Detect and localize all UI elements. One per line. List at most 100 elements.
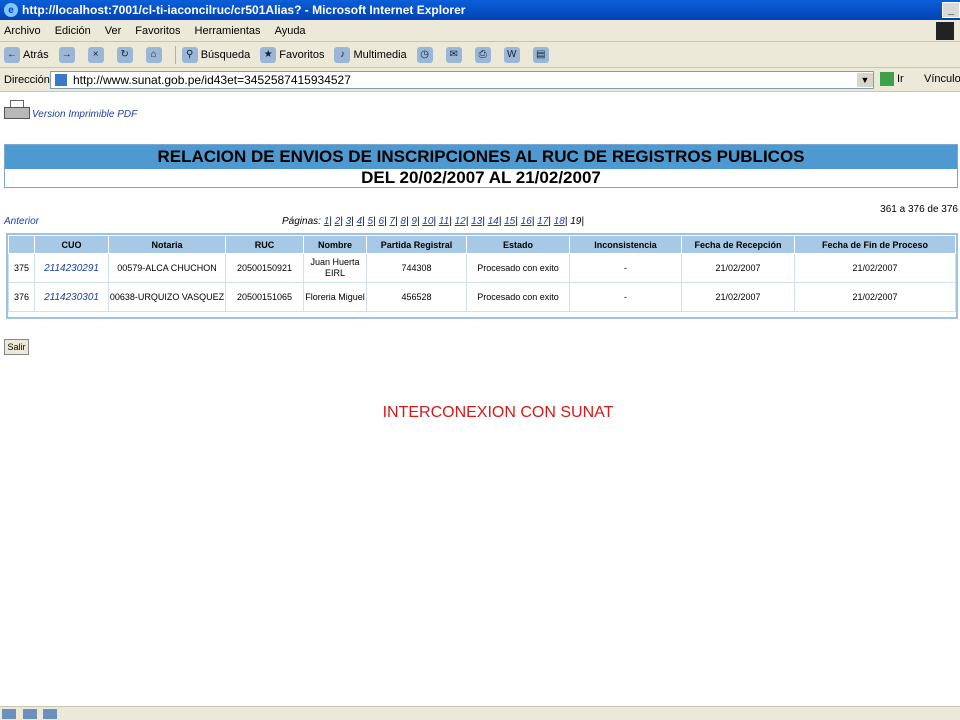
menu-ver[interactable]: Ver — [105, 25, 122, 37]
page-link-4[interactable]: 4 — [357, 216, 363, 227]
page-link-6[interactable]: 6 — [378, 216, 384, 227]
previous-link[interactable]: Anterior — [4, 216, 39, 227]
col-cuo: CUO — [34, 235, 109, 254]
multimedia-icon: ♪ — [334, 46, 351, 63]
address-label: Dirección — [4, 73, 50, 86]
ie-logo-icon: e — [4, 3, 18, 17]
col-inconsistencia: Inconsistencia — [569, 235, 682, 254]
report-header: RELACION DE ENVIOS DE INSCRIPCIONES AL R… — [4, 144, 958, 188]
row-number: 376 — [8, 282, 35, 312]
toolbar-divider — [174, 45, 176, 64]
refresh-icon: ↻ — [116, 46, 133, 63]
page-link-18[interactable]: 18 — [554, 216, 565, 227]
results-table: CUO Notaria RUC Nombre Partida Registral… — [8, 235, 956, 312]
page-link-16[interactable]: 16 — [521, 216, 532, 227]
col-partida: Partida Registral — [366, 235, 467, 254]
exit-button[interactable]: Salir — [4, 339, 29, 355]
col-notaria: Notaria — [108, 235, 226, 254]
page-link-3[interactable]: 3 — [346, 216, 352, 227]
menu-favoritos[interactable]: Favoritos — [135, 25, 180, 37]
printer-icon — [4, 100, 30, 122]
report-title: RELACION DE ENVIOS DE INSCRIPCIONES AL R… — [5, 145, 957, 169]
page-link-14[interactable]: 14 — [488, 216, 499, 227]
page-link-8[interactable]: 8 — [400, 216, 406, 227]
search-button[interactable]: ⚲ Búsqueda — [181, 46, 250, 63]
mail-button[interactable]: ✉ — [445, 46, 465, 63]
print-button[interactable]: ⎙ — [474, 46, 494, 63]
edit-icon: W — [503, 46, 520, 63]
cuo-link[interactable]: 2114230291 — [34, 253, 109, 283]
col-num — [8, 235, 35, 254]
minimize-button[interactable]: _ — [942, 2, 960, 18]
page-list: 1| 2| 3| 4| 5| 6| 7| 8| 9| 10| 11| 12| 1… — [323, 216, 568, 227]
results-table-container: CUO Notaria RUC Nombre Partida Registral… — [6, 233, 958, 319]
print-icon: ⎙ — [474, 46, 491, 63]
home-button[interactable]: ⌂ — [145, 46, 165, 63]
table-row: 376 2114230301 00638-URQUIZO VASQUEZ 205… — [8, 282, 956, 312]
page-link-10[interactable]: 10 — [422, 216, 433, 227]
window-titlebar: e http://localhost:7001/cl-ti-iaconcilru… — [0, 0, 960, 20]
go-button[interactable]: Ir — [880, 72, 904, 86]
back-arrow-icon: ← — [4, 46, 20, 63]
notaria-cell: 00579-ALCA CHUCHON — [108, 253, 226, 283]
refresh-button[interactable]: ↻ — [116, 46, 136, 63]
multimedia-button[interactable]: ♪ Multimedia — [334, 46, 407, 63]
back-button[interactable]: ← Atrás — [4, 46, 49, 63]
estado-cell: Procesado con exito — [466, 282, 570, 312]
address-dropdown-button[interactable]: ▼ — [857, 73, 873, 87]
taskbar-icon — [22, 709, 37, 719]
status-bar — [0, 706, 960, 720]
report-subtitle: DEL 20/02/2007 AL 21/02/2007 — [361, 168, 601, 187]
page-link-9[interactable]: 9 — [411, 216, 417, 227]
window-controls: _ — [942, 2, 960, 18]
forward-button[interactable]: → — [58, 46, 78, 63]
current-page: 19 — [570, 216, 582, 227]
inconsistencia-cell: - — [569, 253, 682, 283]
col-nombre: Nombre — [303, 235, 367, 254]
forward-arrow-icon: → — [58, 46, 75, 63]
page-link-11[interactable]: 11 — [439, 216, 449, 227]
stop-button[interactable]: × — [87, 46, 107, 63]
menu-archivo[interactable]: Archivo — [4, 25, 41, 37]
partida-cell: 456528 — [366, 282, 467, 312]
edit-button[interactable]: W — [503, 46, 523, 63]
page-link-13[interactable]: 13 — [471, 216, 482, 227]
printable-link[interactable]: Version Imprimible PDF — [4, 100, 137, 122]
address-input[interactable]: http://www.sunat.gob.pe/id43et=345258741… — [50, 71, 874, 89]
page-link-2[interactable]: 2 — [335, 216, 341, 227]
fecha-recepcion-cell: 21/02/2007 — [681, 253, 795, 283]
fecha-recepcion-cell: 21/02/2007 — [681, 282, 795, 312]
cuo-link[interactable]: 2114230301 — [34, 282, 109, 312]
menu-ayuda[interactable]: Ayuda — [275, 25, 306, 37]
pagination: Anterior Páginas: 1| 2| 3| 4| 5| 6| 7| 8… — [4, 204, 958, 228]
stop-icon: × — [87, 46, 104, 63]
table-row: 375 2114230291 00579-ALCA CHUCHON 205001… — [8, 253, 956, 283]
links-button[interactable]: Vínculos — [924, 73, 960, 85]
pages-label: Páginas: — [282, 216, 321, 227]
nombre-cell: Floreria Miguel — [303, 282, 367, 312]
address-bar: Dirección http://www.sunat.gob.pe/id43et… — [0, 68, 960, 92]
multimedia-label: Multimedia — [353, 48, 407, 61]
mail-icon: ✉ — [445, 46, 462, 63]
estado-cell: Procesado con exito — [466, 253, 570, 283]
page-link-15[interactable]: 15 — [504, 216, 515, 227]
menu-edicion[interactable]: Edición — [55, 25, 91, 37]
page-link-17[interactable]: 17 — [537, 216, 548, 227]
favorites-button[interactable]: ★ Favoritos — [260, 46, 325, 63]
history-icon: ◷ — [416, 46, 433, 63]
page-link-12[interactable]: 12 — [455, 216, 466, 227]
table-header-row: CUO Notaria RUC Nombre Partida Registral… — [8, 235, 956, 254]
caption-text: INTERCONEXION CON SUNAT — [382, 404, 614, 421]
inconsistencia-cell: - — [569, 282, 682, 312]
home-icon: ⌂ — [145, 46, 162, 63]
col-ruc: RUC — [225, 235, 304, 254]
discuss-button[interactable]: ▤ — [532, 46, 552, 63]
page-link-5[interactable]: 5 — [368, 216, 374, 227]
menu-herramientas[interactable]: Herramientas — [195, 25, 261, 37]
menu-bar: Archivo Edición Ver Favoritos Herramient… — [0, 20, 960, 42]
history-button[interactable]: ◷ — [416, 46, 436, 63]
page-link-1[interactable]: 1 — [324, 216, 330, 227]
page-link-7[interactable]: 7 — [389, 216, 395, 227]
row-number: 375 — [8, 253, 35, 283]
favorites-label: Favoritos — [279, 48, 325, 61]
